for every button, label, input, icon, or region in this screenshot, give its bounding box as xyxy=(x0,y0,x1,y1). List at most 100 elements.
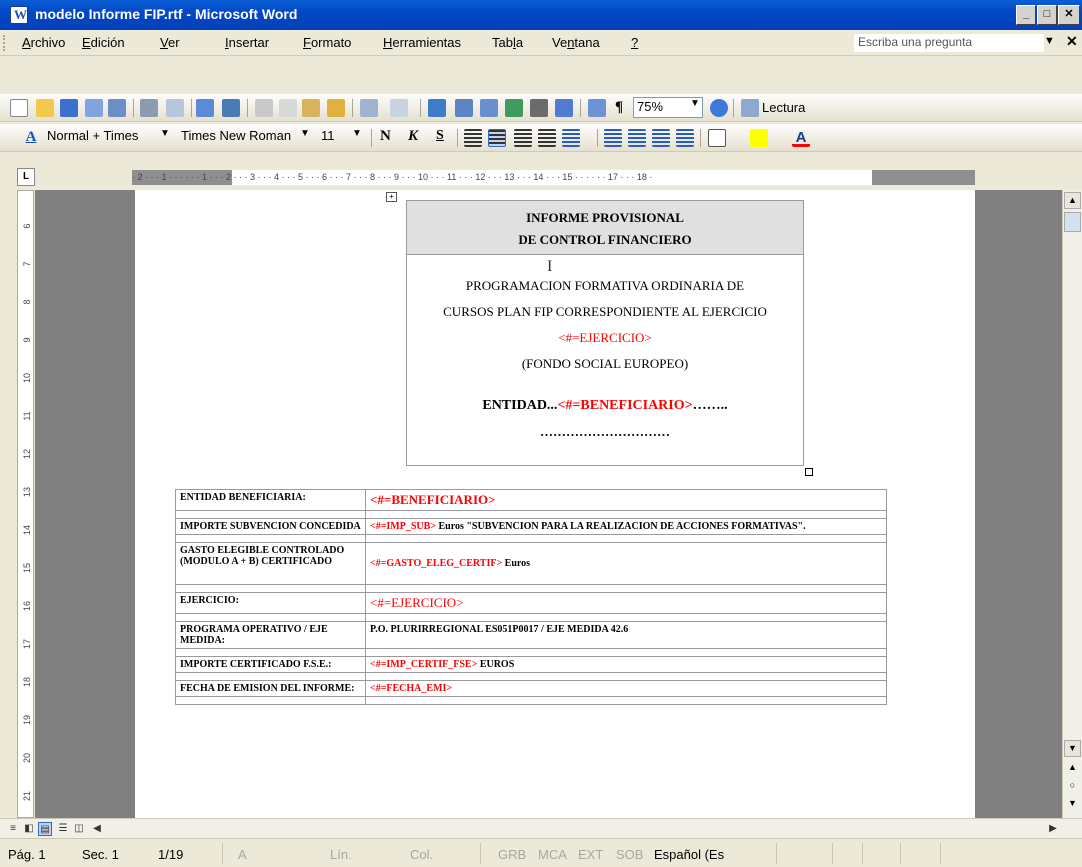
table-move-handle-icon[interactable]: + xyxy=(386,192,397,202)
font-dropdown-icon[interactable]: ▼ xyxy=(300,128,310,139)
close-document-icon[interactable]: ✕ xyxy=(1066,33,1078,50)
decrease-indent-icon[interactable] xyxy=(652,129,670,147)
permission-icon[interactable] xyxy=(85,99,103,117)
table-label-cell[interactable]: IMPORTE CERTIFICADO F.S.E.: xyxy=(175,656,366,673)
table-label-cell[interactable]: ENTIDAD BENEFICIARIA: xyxy=(175,489,366,511)
reading-view-icon[interactable]: ◫ xyxy=(72,822,86,836)
menu-item-5[interactable]: Herramientas xyxy=(383,35,461,50)
undo-icon[interactable] xyxy=(360,99,378,117)
word-app-icon[interactable] xyxy=(10,6,28,24)
email-icon[interactable] xyxy=(108,99,126,117)
horizontal-ruler[interactable]: · 2 · · · 1 · · · · · · 1 · · · 2 · · · … xyxy=(132,170,975,185)
status-ext[interactable]: EXT xyxy=(578,847,603,862)
status-language[interactable]: Español (Es xyxy=(654,847,724,862)
document-page[interactable]: + INFORME PROVISIONAL DE CONTROL FINANCI… xyxy=(135,190,975,818)
menu-item-3[interactable]: Insertar xyxy=(225,35,269,50)
browse-object-icon[interactable]: ○ xyxy=(1064,778,1081,795)
previous-page-icon[interactable]: ▲ xyxy=(1064,760,1081,777)
scroll-left-icon[interactable]: ◀ xyxy=(90,822,104,836)
status-grb[interactable]: GRB xyxy=(498,847,526,862)
table-value-cell[interactable]: <#=EJERCICIO> xyxy=(365,592,887,614)
font-select[interactable]: Times New Roman xyxy=(178,127,313,148)
menu-item-1[interactable]: Edición xyxy=(82,35,125,50)
minimize-button[interactable]: _ xyxy=(1016,5,1036,25)
maximize-button[interactable]: □ xyxy=(1037,5,1057,25)
table-value-cell[interactable]: <#=FECHA_EMI> xyxy=(365,680,887,697)
table-label-cell[interactable]: PROGRAMA OPERATIVO / EJE MEDIDA: xyxy=(175,621,366,649)
outline-view-icon[interactable]: ☰ xyxy=(56,822,70,836)
font-size-dropdown-icon[interactable]: ▼ xyxy=(352,128,362,139)
format-painter-icon[interactable] xyxy=(327,99,345,117)
table-label-cell[interactable]: FECHA DE EMISION DEL INFORME: xyxy=(175,680,366,697)
reading-layout-icon[interactable] xyxy=(741,99,759,117)
menu-item-6[interactable]: Tabla xyxy=(492,35,523,50)
underline-icon[interactable]: S xyxy=(436,128,444,144)
copy-icon[interactable] xyxy=(279,99,297,117)
numbering-icon[interactable] xyxy=(604,129,622,147)
align-center-icon[interactable] xyxy=(488,129,506,147)
paste-icon[interactable] xyxy=(302,99,320,117)
table-value-cell[interactable]: <#=IMP_CERTIF_FSE> EUROS xyxy=(365,656,887,673)
print-preview-icon[interactable] xyxy=(166,99,184,117)
document-area[interactable]: + INFORME PROVISIONAL DE CONTROL FINANCI… xyxy=(35,190,1062,818)
menu-item-2[interactable]: Ver xyxy=(160,35,180,50)
table-label-cell[interactable]: GASTO ELEGIBLE CONTROLADO (MODULO A + B)… xyxy=(175,542,366,585)
table-value-cell[interactable]: <#=IMP_SUB> Euros "SUBVENCION PARA LA RE… xyxy=(365,518,887,535)
tab-selector-icon[interactable]: L xyxy=(17,168,35,186)
highlight-icon[interactable] xyxy=(750,129,768,147)
table-label-cell[interactable]: IMPORTE SUBVENCION CONCEDIDA xyxy=(175,518,366,535)
style-dropdown-icon[interactable]: ▼ xyxy=(160,128,170,139)
ask-question-input[interactable]: Escriba una pregunta xyxy=(854,34,1044,52)
zoom-dropdown-icon[interactable]: ▼ xyxy=(690,98,700,109)
web-view-icon[interactable]: ◧ xyxy=(22,822,36,836)
hyperlink-icon[interactable] xyxy=(428,99,446,117)
menu-item-4[interactable]: Formato xyxy=(303,35,351,50)
cut-icon[interactable] xyxy=(255,99,273,117)
justify-icon[interactable] xyxy=(538,129,556,147)
drawing-icon[interactable] xyxy=(555,99,573,117)
vertical-ruler[interactable]: 6 7 8 9 10 11 12 13 14 15 16 17 18 19 20 21 xyxy=(17,190,34,818)
columns-icon[interactable] xyxy=(530,99,548,117)
align-right-icon[interactable] xyxy=(514,129,532,147)
table-label-cell[interactable]: EJERCICIO: xyxy=(175,592,366,614)
menu-item-7[interactable]: Ventana xyxy=(552,35,600,50)
table-value-cell[interactable]: <#=GASTO_ELEG_CERTIF> Euros xyxy=(365,542,887,585)
print-view-icon[interactable]: ▤ xyxy=(38,822,52,836)
horizontal-scrollbar[interactable]: ≡ ◧ ▤ ☰ ◫ ◀ ▶ xyxy=(0,818,1082,838)
style-select[interactable]: Normal + Times xyxy=(44,127,174,148)
borders-icon[interactable] xyxy=(708,129,726,147)
document-map-icon[interactable] xyxy=(588,99,606,117)
menu-grip[interactable] xyxy=(3,35,6,51)
close-button[interactable]: ✕ xyxy=(1058,5,1080,25)
status-mca[interactable]: MCA xyxy=(538,847,567,862)
insert-excel-icon[interactable] xyxy=(505,99,523,117)
ask-dropdown-icon[interactable]: ▼ xyxy=(1044,35,1055,47)
align-left-icon[interactable] xyxy=(464,129,482,147)
table-value-cell[interactable]: <#=BENEFICIARIO> xyxy=(365,489,887,511)
info-table[interactable]: ENTIDAD BENEFICIARIA: <#=BENEFICIARIO> IMP… xyxy=(175,489,887,705)
title-box[interactable]: INFORME PROVISIONAL DE CONTROL FINANCIER… xyxy=(406,200,804,466)
scroll-thumb[interactable] xyxy=(1064,212,1081,232)
save-icon[interactable] xyxy=(60,99,78,117)
scroll-right-icon[interactable]: ▶ xyxy=(1046,822,1060,836)
reading-layout-button[interactable]: Lectura xyxy=(762,100,805,115)
increase-indent-icon[interactable] xyxy=(676,129,694,147)
menu-item-0[interactable]: Archivo xyxy=(22,35,65,50)
open-folder-icon[interactable] xyxy=(36,99,54,117)
table-value-cell[interactable]: P.O. PLURIRREGIONAL ES051P0017 / EJE MED… xyxy=(365,621,887,649)
normal-view-icon[interactable]: ≡ xyxy=(6,822,20,836)
status-sob[interactable]: SOB xyxy=(616,847,643,862)
research-icon[interactable] xyxy=(222,99,240,117)
styles-formatting-icon[interactable]: A xyxy=(22,129,40,147)
next-page-icon[interactable]: ▼ xyxy=(1064,796,1081,813)
resize-handle[interactable] xyxy=(805,468,813,476)
help-icon[interactable] xyxy=(710,99,728,117)
new-document-icon[interactable] xyxy=(10,99,28,117)
line-spacing-icon[interactable] xyxy=(562,129,580,147)
insert-table-icon[interactable] xyxy=(480,99,498,117)
scroll-up-icon[interactable]: ▲ xyxy=(1064,192,1081,209)
scroll-down-icon[interactable]: ▼ xyxy=(1064,740,1081,757)
spelling-icon[interactable] xyxy=(196,99,214,117)
italic-icon[interactable]: K xyxy=(408,128,418,145)
menu-item-8[interactable]: ? xyxy=(631,35,638,50)
